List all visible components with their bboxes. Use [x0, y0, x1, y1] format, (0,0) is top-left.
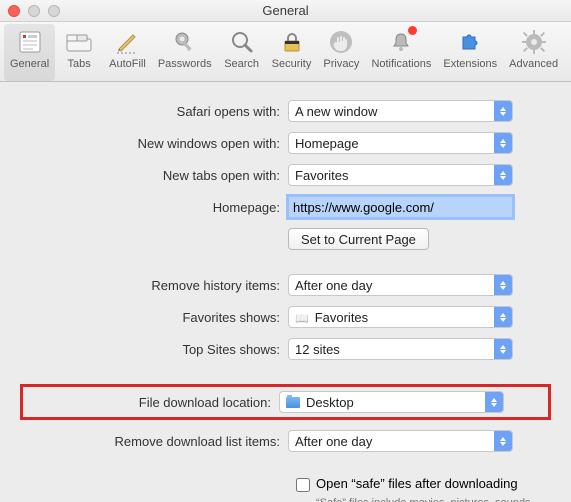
updown-arrows-icon — [494, 307, 512, 327]
updown-arrows-icon — [494, 431, 512, 451]
remove-downloads-label: Remove download list items: — [26, 434, 288, 449]
updown-arrows-icon — [494, 133, 512, 153]
open-safe-files-checkbox[interactable] — [296, 478, 310, 492]
remove-history-label: Remove history items: — [26, 278, 288, 293]
set-to-current-page-button[interactable]: Set to Current Page — [288, 228, 429, 250]
highlighted-download-location-row: File download location: Desktop — [20, 384, 551, 420]
toolbar-tab-tabs[interactable]: Tabs — [55, 24, 103, 81]
autofill-pen-icon — [113, 28, 141, 56]
favorites-shows-select[interactable]: Favorites — [288, 306, 513, 328]
download-location-select[interactable]: Desktop — [279, 391, 504, 413]
general-pane: Safari opens with: A new window New wind… — [0, 82, 571, 502]
lock-icon — [278, 28, 306, 56]
book-icon — [295, 310, 311, 325]
titlebar: General — [0, 0, 571, 22]
preferences-toolbar: General Tabs AutoFill Passwords Search — [0, 22, 571, 82]
notification-badge — [408, 26, 417, 35]
toolbar-tab-general[interactable]: General — [4, 24, 55, 81]
new-tabs-label: New tabs open with: — [26, 168, 288, 183]
window-title: General — [0, 3, 571, 18]
search-icon — [228, 28, 256, 56]
safe-files-help-text: “Safe” files include movies, pictures, s… — [316, 496, 536, 502]
toolbar-tab-extensions[interactable]: Extensions — [437, 24, 503, 81]
updown-arrows-icon — [485, 392, 503, 412]
notifications-bell-icon — [387, 28, 415, 56]
toolbar-tab-autofill[interactable]: AutoFill — [103, 24, 152, 81]
tabs-icon — [65, 28, 93, 56]
new-windows-select[interactable]: Homepage — [288, 132, 513, 154]
new-tabs-select[interactable]: Favorites — [288, 164, 513, 186]
top-sites-label: Top Sites shows: — [26, 342, 288, 357]
safari-opens-select[interactable]: A new window — [288, 100, 513, 122]
download-location-label: File download location: — [23, 395, 279, 410]
toolbar-tab-notifications[interactable]: Notifications — [365, 24, 437, 81]
toolbar-tab-passwords[interactable]: Passwords — [152, 24, 218, 81]
remove-history-select[interactable]: After one day — [288, 274, 513, 296]
close-window-button[interactable] — [8, 5, 20, 17]
new-windows-label: New windows open with: — [26, 136, 288, 151]
toolbar-tab-advanced[interactable]: Advanced — [503, 24, 564, 81]
extensions-puzzle-icon — [456, 28, 484, 56]
general-icon — [16, 28, 44, 56]
updown-arrows-icon — [494, 339, 512, 359]
toolbar-tab-security[interactable]: Security — [266, 24, 318, 81]
preferences-window: General General Tabs AutoFill Passwords — [0, 0, 571, 502]
gear-icon — [520, 28, 548, 56]
privacy-hand-icon — [327, 28, 355, 56]
folder-icon — [286, 397, 300, 408]
open-safe-files-label: Open “safe” files after downloading — [316, 476, 518, 491]
remove-downloads-select[interactable]: After one day — [288, 430, 513, 452]
top-sites-select[interactable]: 12 sites — [288, 338, 513, 360]
zoom-window-button[interactable] — [48, 5, 60, 17]
homepage-input[interactable] — [288, 196, 513, 218]
key-icon — [171, 28, 199, 56]
updown-arrows-icon — [494, 101, 512, 121]
updown-arrows-icon — [494, 165, 512, 185]
toolbar-tab-search[interactable]: Search — [218, 24, 266, 81]
homepage-label: Homepage: — [26, 200, 288, 215]
toolbar-tab-privacy[interactable]: Privacy — [317, 24, 365, 81]
traffic-lights — [8, 5, 60, 17]
safari-opens-label: Safari opens with: — [26, 104, 288, 119]
favorites-shows-label: Favorites shows: — [26, 310, 288, 325]
minimize-window-button[interactable] — [28, 5, 40, 17]
updown-arrows-icon — [494, 275, 512, 295]
